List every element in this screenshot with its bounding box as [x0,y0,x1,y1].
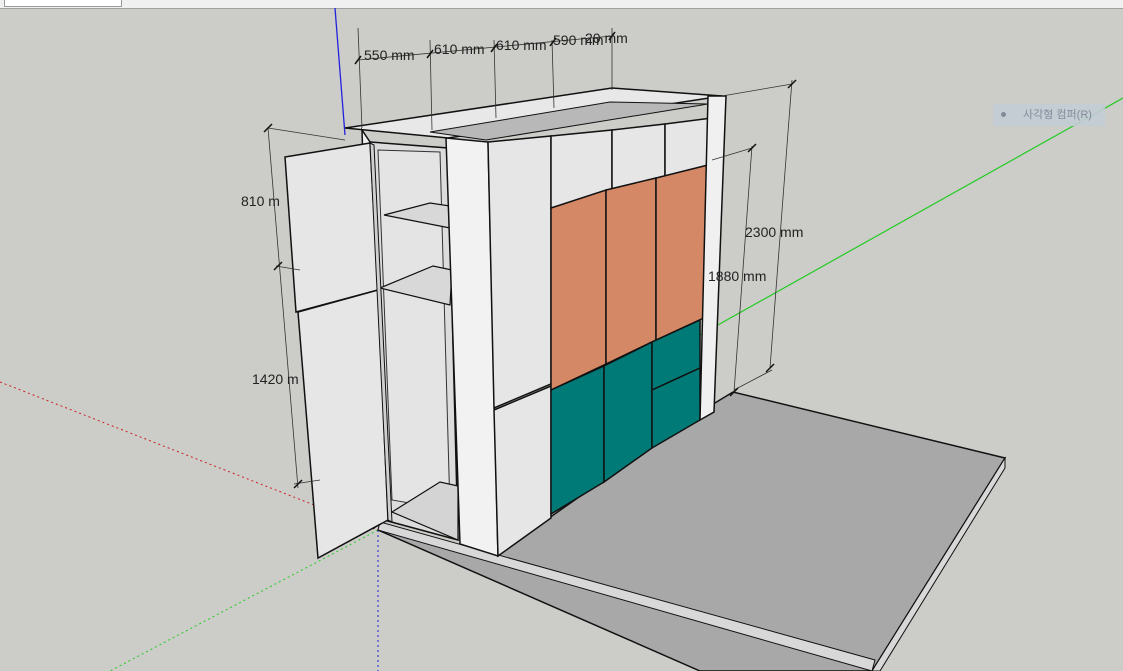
dim-height-inner-label[interactable]: 1880 mm [708,268,766,284]
green-axis [699,97,1123,336]
orange-door-2[interactable] [605,177,657,366]
open-door-lower[interactable] [297,289,389,560]
tooltip-bullet-icon [1001,112,1006,117]
orange-door-3[interactable] [655,164,709,342]
orange-door-1[interactable] [550,188,607,392]
dim-left-upper-label[interactable]: 810 m [241,193,280,209]
green-axis-dotted [109,529,379,671]
mid-door-upper[interactable] [487,135,552,410]
dim-width-2-label[interactable]: 610 mm [434,41,485,57]
dim-width-5-label[interactable]: 20 mm [585,30,628,46]
blue-axis [334,7,346,136]
dim-width-3-label[interactable]: 610 mm [496,37,547,53]
open-door-upper[interactable] [284,142,379,313]
model-viewport[interactable] [0,0,1123,671]
dim-left-lower-label[interactable]: 1420 m [252,371,299,387]
tool-tooltip: 사각형 컴퍼(R) [993,104,1105,126]
tooltip-label: 사각형 컴퍼(R) [1023,109,1092,121]
dim-height-total-label[interactable]: 2300 mm [745,224,803,240]
dim-width-1-label[interactable]: 550 mm [364,47,415,63]
